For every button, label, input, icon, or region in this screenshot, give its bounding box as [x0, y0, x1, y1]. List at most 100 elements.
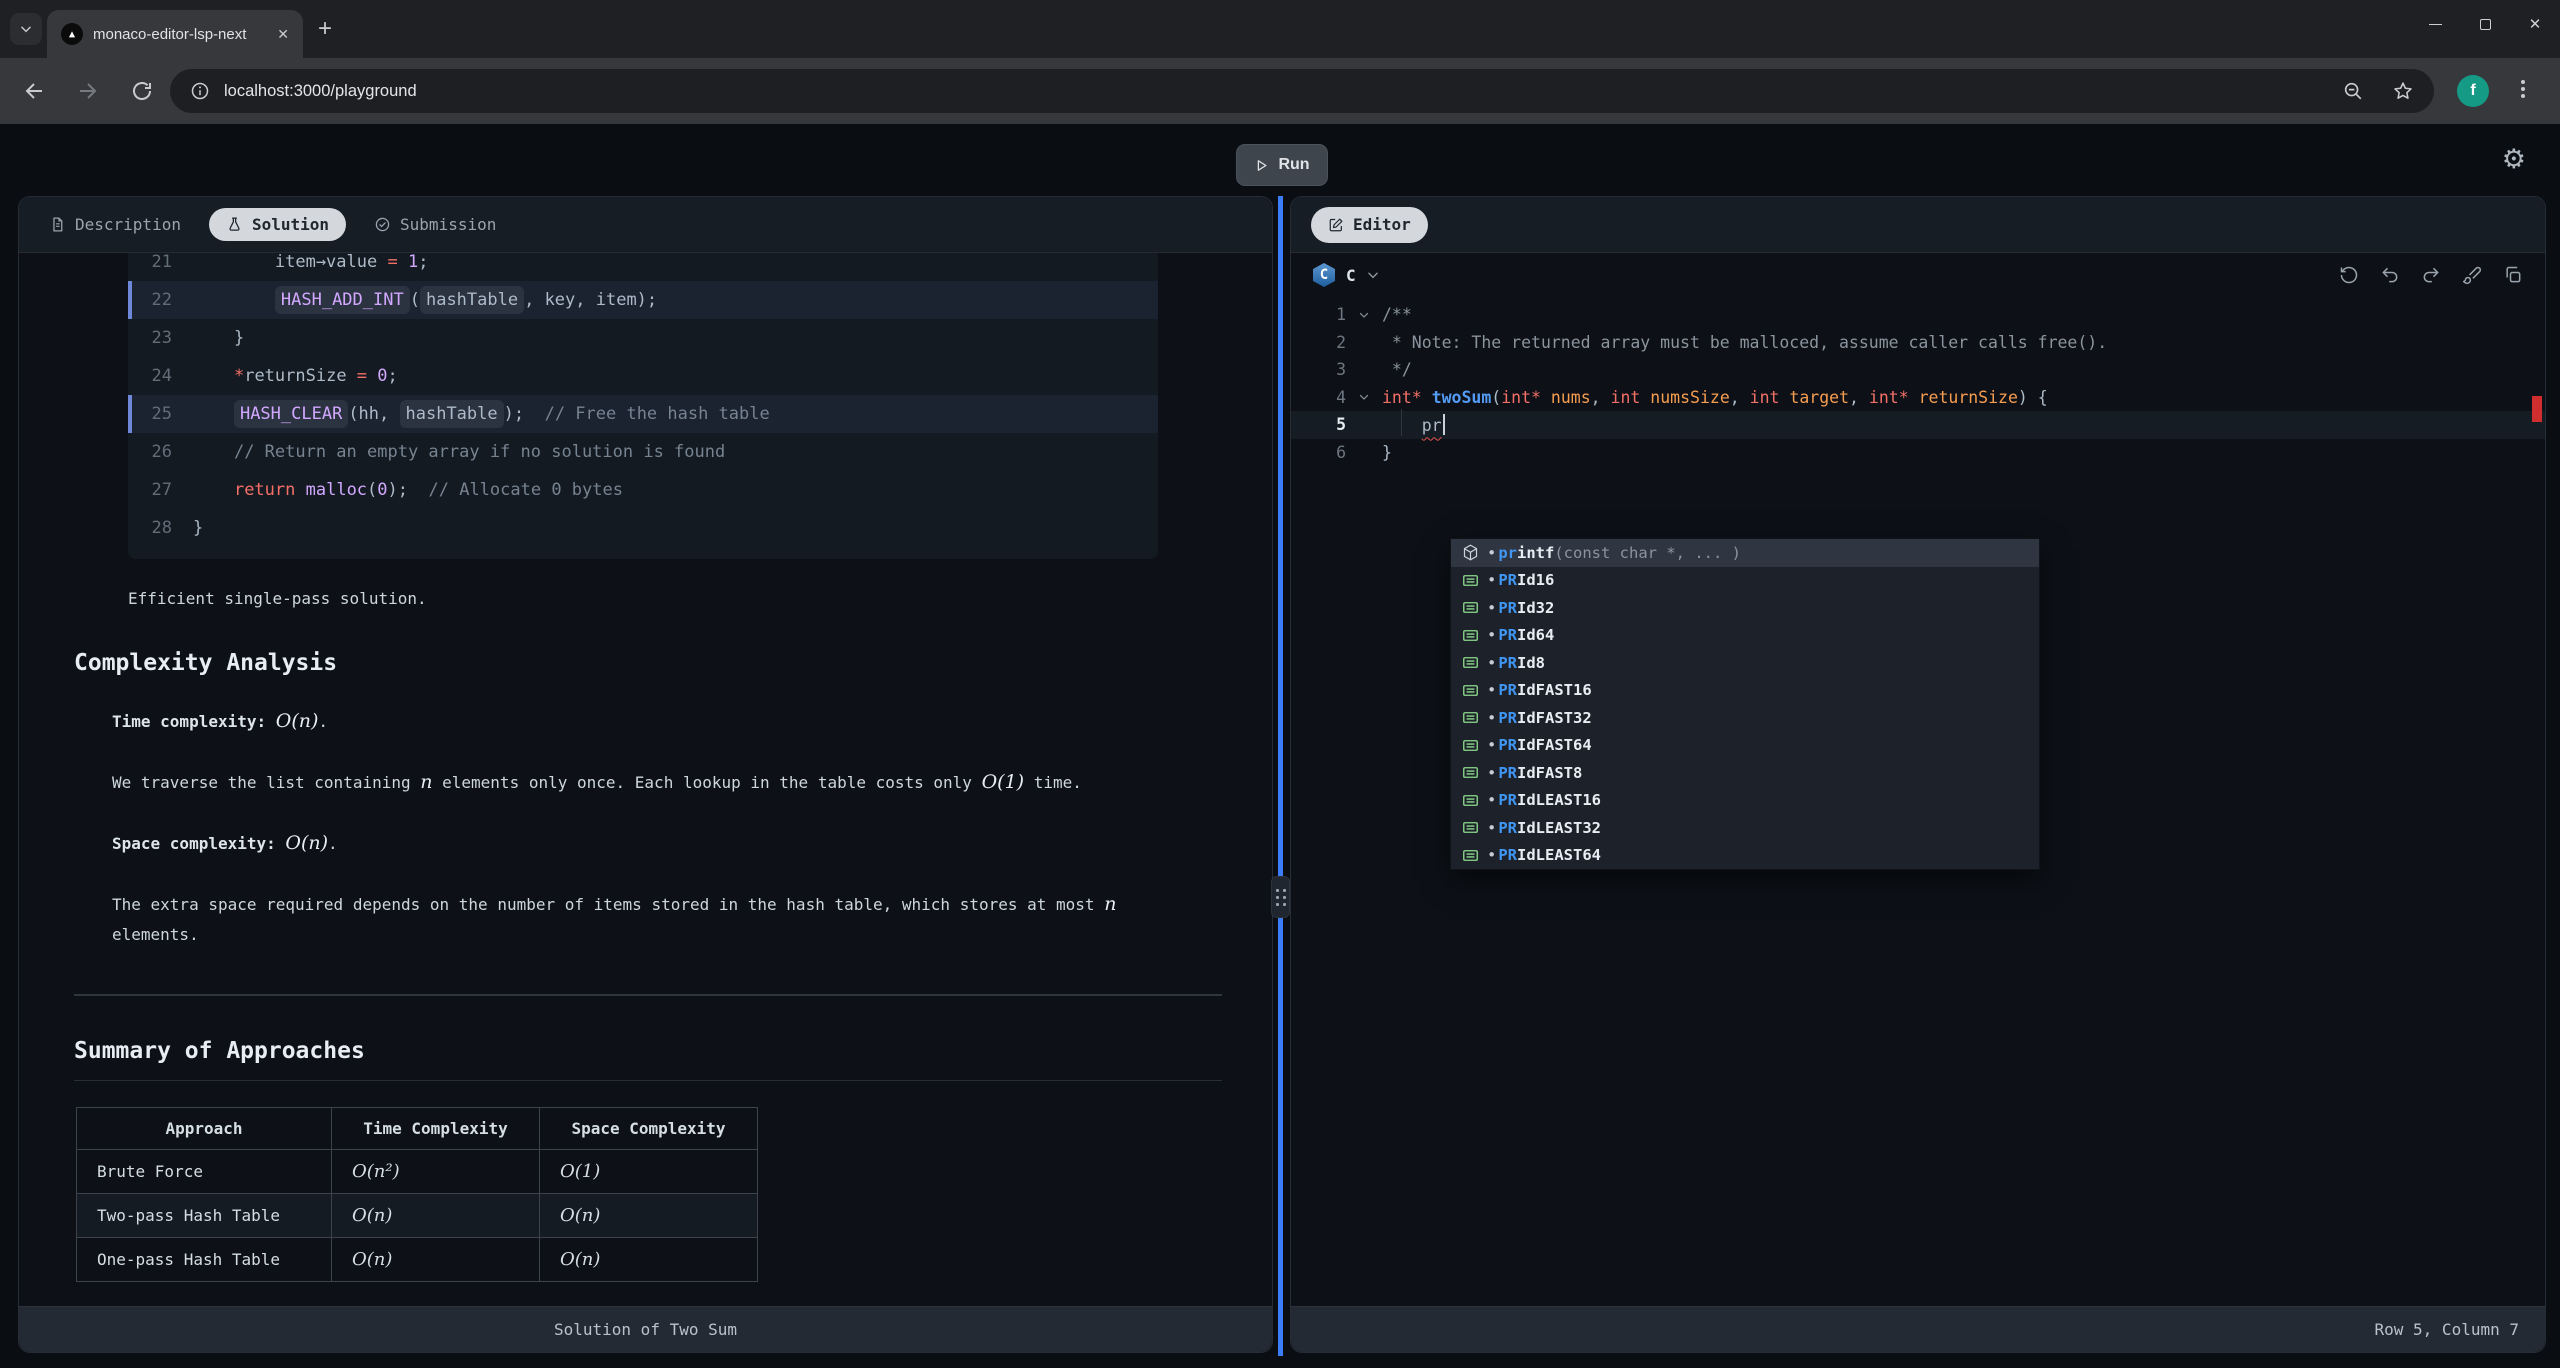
constant-icon: [1461, 818, 1480, 837]
solution-code-block[interactable]: 21 item→value = 1;22 HASH_ADD_INT(hashTa…: [128, 253, 1158, 559]
site-info-icon[interactable]: [190, 81, 210, 101]
suggestion-item[interactable]: •PRId8: [1451, 649, 2039, 677]
editor-code-text: }: [1382, 443, 1392, 462]
window-close-button[interactable]: ✕: [2510, 0, 2560, 48]
copy-icon[interactable]: [2503, 265, 2523, 285]
line-number: 24: [128, 357, 172, 395]
profile-avatar[interactable]: f: [2457, 75, 2489, 107]
undo-icon[interactable]: [2380, 265, 2400, 285]
language-chevron-down-icon[interactable]: [1366, 268, 1380, 282]
panel-tabs: Description Solution Submission: [19, 208, 496, 241]
solution-footer-title: Solution of Two Sum: [554, 1320, 737, 1339]
suggestion-rest: Id32: [1517, 599, 1554, 617]
editor-code-text: * Note: The returned array must be mallo…: [1382, 333, 2107, 352]
suggestion-item[interactable]: •PRIdFAST64: [1451, 732, 2039, 760]
line-number: 22: [128, 281, 172, 319]
table-row: Brute ForceO(n²)O(1): [77, 1150, 758, 1194]
suggestion-bullet: •: [1487, 736, 1496, 754]
tab-solution[interactable]: Solution: [209, 208, 346, 241]
solution-panel-body[interactable]: 21 item→value = 1;22 HASH_ADD_INT(hashTa…: [19, 253, 1272, 1306]
suggestion-bullet: •: [1487, 571, 1496, 589]
paragraph: Time complexity: O(n).: [112, 706, 1202, 737]
minimize-button[interactable]: [2410, 0, 2460, 48]
editor-line[interactable]: 6}: [1291, 439, 2545, 467]
tab-submission[interactable]: Submission: [374, 215, 496, 234]
constant-icon: [1461, 598, 1480, 617]
browser-tab[interactable]: ▲ monaco-editor-lsp-next ✕: [47, 10, 303, 58]
tab-label: Description: [75, 215, 181, 234]
line-number: 25: [128, 395, 172, 433]
url-text[interactable]: localhost:3000/playground: [224, 82, 417, 101]
editor-line[interactable]: 5 pr: [1291, 411, 2545, 439]
suggestion-item[interactable]: •PRIdLEAST64: [1451, 842, 2039, 870]
panel-resizer[interactable]: [1278, 196, 1283, 1356]
code-line: 28}: [128, 509, 1158, 547]
fold-chevron-icon: [1346, 391, 1382, 403]
tab-close-icon[interactable]: ✕: [277, 26, 289, 43]
constant-icon: [1461, 708, 1480, 727]
document-icon: [49, 216, 66, 233]
back-icon[interactable]: [22, 79, 46, 103]
format-brush-icon[interactable]: [2462, 265, 2482, 285]
line-number: 27: [128, 471, 172, 509]
suggestion-item[interactable]: •PRId16: [1451, 567, 2039, 595]
complexity-cell: O(1): [540, 1150, 758, 1194]
tab-description[interactable]: Description: [49, 215, 181, 234]
suggestion-match: PR: [1498, 709, 1517, 727]
suggestion-item[interactable]: •PRIdLEAST16: [1451, 787, 2039, 815]
suggestion-match: PR: [1498, 819, 1517, 837]
window-controls: ✕: [2410, 0, 2560, 48]
editor-line[interactable]: 2 * Note: The returned array must be mal…: [1291, 329, 2545, 357]
url-bar[interactable]: localhost:3000/playground: [170, 69, 2434, 113]
reload-icon[interactable]: [130, 79, 154, 103]
complexity-cell: O(n): [332, 1194, 540, 1238]
run-button[interactable]: Run: [1236, 144, 1328, 186]
code-text: item→value = 1;: [172, 253, 428, 281]
suggestion-rest: IdFAST32: [1517, 709, 1592, 727]
suggestion-item[interactable]: •printf(const char *, ... ): [1451, 539, 2039, 567]
suggestion-item[interactable]: •PRIdFAST32: [1451, 704, 2039, 732]
tab-search-button[interactable]: [10, 13, 42, 45]
maximize-button[interactable]: [2460, 0, 2510, 48]
suggestion-match: PR: [1498, 681, 1517, 699]
reset-icon[interactable]: [2339, 265, 2359, 285]
tab-editor[interactable]: Editor: [1311, 207, 1428, 243]
constant-icon: [1461, 626, 1480, 645]
solution-markdown: Efficient single-pass solution. Complexi…: [74, 589, 1222, 1282]
settings-gear-icon[interactable]: ⚙: [2502, 146, 2526, 173]
bookmark-star-icon[interactable]: [2392, 80, 2414, 102]
new-tab-button[interactable]: +: [318, 16, 332, 42]
approach-cell: Two-pass Hash Table: [77, 1194, 332, 1238]
suggestion-rest: Id8: [1517, 654, 1545, 672]
editor-line[interactable]: 3 */: [1291, 356, 2545, 384]
suggestion-item[interactable]: •PRIdFAST16: [1451, 677, 2039, 705]
suggestion-bullet: •: [1487, 791, 1496, 809]
forward-icon[interactable]: [76, 79, 100, 103]
line-number: 23: [128, 319, 172, 357]
suggestion-item[interactable]: •PRId64: [1451, 622, 2039, 650]
redo-icon[interactable]: [2421, 265, 2441, 285]
suggestion-rest: Id16: [1517, 571, 1554, 589]
monaco-editor[interactable]: 1/**2 * Note: The returned array must be…: [1291, 297, 2545, 1306]
paragraph: We traverse the list containing n elemen…: [112, 767, 1202, 798]
suggestion-detail: (const char *, ... ): [1554, 544, 1741, 562]
suggestion-item[interactable]: •PRId32: [1451, 594, 2039, 622]
solution-panel-header: Description Solution Submission: [19, 197, 1272, 253]
zoom-icon[interactable]: [2342, 80, 2364, 102]
code-text: // Return an empty array if no solution …: [172, 433, 725, 471]
code-text: HASH_ADD_INT(hashTable, key, item);: [172, 281, 657, 319]
resizer-grip-handle[interactable]: [1271, 876, 1290, 918]
editor-code-text: int* twoSum(int* nums, int numsSize, int…: [1382, 388, 2048, 407]
fold-chevron-icon: [1346, 309, 1382, 321]
editor-line[interactable]: 1/**: [1291, 301, 2545, 329]
editor-line[interactable]: 4int* twoSum(int* nums, int numsSize, in…: [1291, 384, 2545, 412]
suggestion-item[interactable]: •PRIdFAST8: [1451, 759, 2039, 787]
suggestion-item[interactable]: •PRIdLEAST32: [1451, 814, 2039, 842]
column-header: Space Complexity: [540, 1108, 758, 1150]
browser-menu-icon[interactable]: [2513, 78, 2533, 104]
suggestion-match: PR: [1498, 764, 1517, 782]
complexity-heading: Complexity Analysis: [74, 650, 1222, 676]
solution-footer: Solution of Two Sum: [19, 1306, 1272, 1352]
suggestion-rest: IdLEAST32: [1517, 819, 1601, 837]
table-row: Two-pass Hash TableO(n)O(n): [77, 1194, 758, 1238]
